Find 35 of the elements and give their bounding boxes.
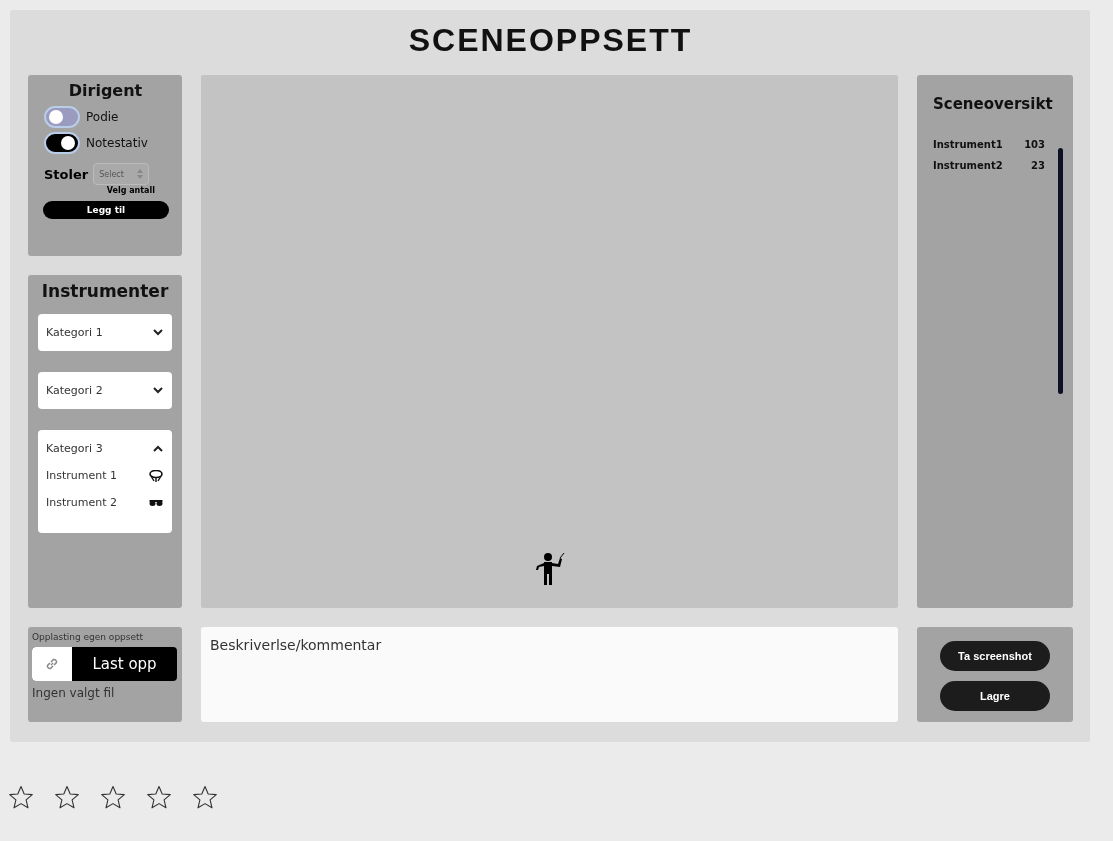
star-icon[interactable] [146, 785, 172, 810]
instrument-item[interactable]: Instrument 2 [46, 496, 163, 509]
star-icon[interactable] [192, 785, 218, 810]
toggle-switch[interactable] [44, 106, 80, 128]
toggle-switch[interactable] [44, 132, 80, 154]
toggle-label: Podie [86, 110, 119, 124]
toggle-label: Notestativ [86, 136, 148, 150]
comment-field[interactable]: Beskriverlse/kommentar [201, 627, 898, 722]
upload-label: Opplasting egen oppsett [32, 632, 145, 642]
panel-title: Instrumenter [40, 281, 170, 301]
star-icon[interactable] [54, 785, 80, 810]
screenshot-button[interactable]: Ta screenshot [940, 640, 1050, 671]
add-button[interactable]: Legg til [43, 201, 169, 219]
upload-button[interactable]: Last opp [32, 647, 177, 681]
spinner-icon [137, 169, 144, 179]
page-title: SCENEOPPSETT [407, 21, 694, 60]
chairs-label: Stoler [44, 166, 89, 182]
category-header[interactable]: Kategori 1 [46, 326, 163, 339]
instrument-item[interactable]: Instrument 1 [46, 469, 163, 482]
instrument-count: 103 [1024, 139, 1045, 150]
scrollbar[interactable] [1058, 148, 1063, 394]
star-icon[interactable] [100, 785, 126, 810]
category-header[interactable]: Kategori 3 [46, 442, 163, 455]
file-status: Ingen valgt fil [32, 686, 116, 700]
category-header[interactable]: Kategori 2 [46, 384, 163, 397]
panel-title: Dirigent [67, 81, 144, 100]
save-button[interactable]: Lagre [940, 680, 1050, 711]
instrument-name: Instrument2 [933, 160, 1003, 171]
instrument-count: 23 [1031, 160, 1045, 171]
instrument-name: Instrument1 [933, 139, 1003, 150]
panel-title: Sceneoversikt [933, 95, 1054, 113]
link-icon [44, 656, 60, 672]
select-hint: Velg antall [105, 186, 155, 195]
star-icon[interactable] [8, 785, 34, 810]
drum-icon [149, 469, 163, 482]
